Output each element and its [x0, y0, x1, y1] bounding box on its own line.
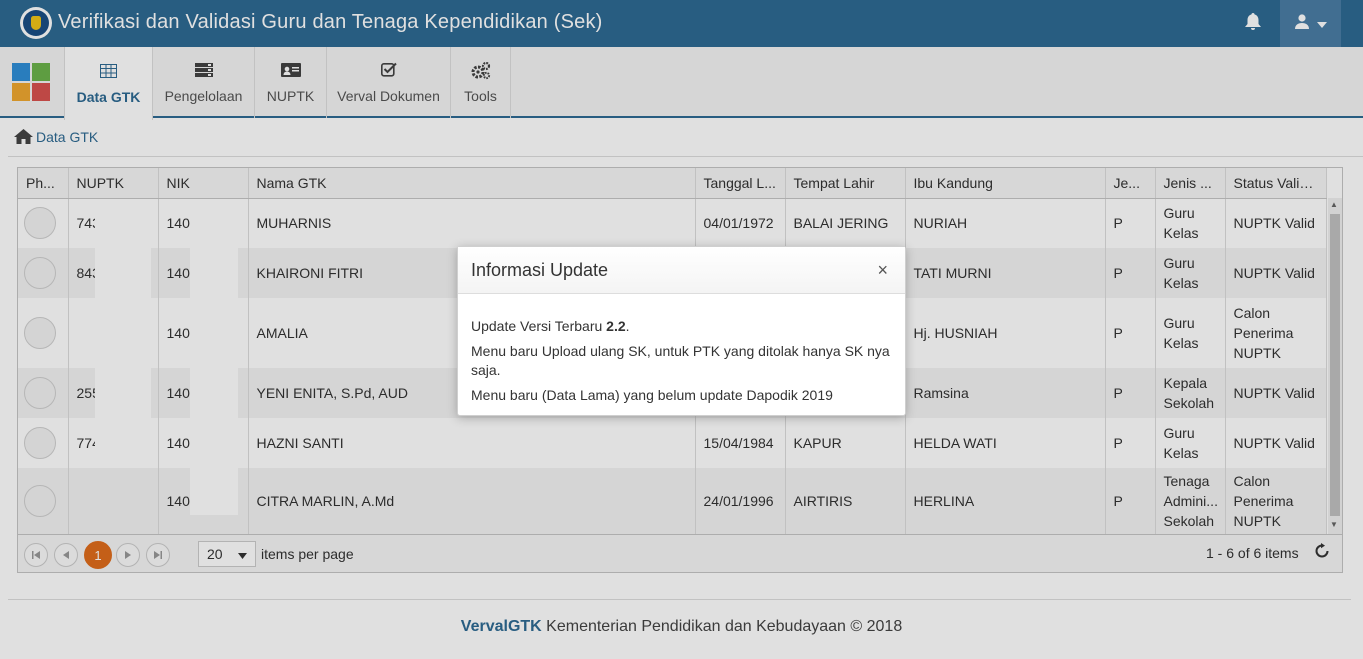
dialog-title: Informasi Update [471, 260, 609, 280]
dialog-header: Informasi Update × [458, 247, 905, 294]
update-note-line: Menu baru Upload ulang SK, untuk PTK yan… [471, 343, 890, 378]
close-icon[interactable]: × [877, 260, 888, 281]
dialog-body: Update Versi Terbaru 2.2. Menu baru Uplo… [458, 294, 905, 405]
update-note-line: Menu baru (Data Lama) yang belum update … [471, 387, 833, 403]
update-version-line: Update Versi Terbaru 2.2. [471, 318, 630, 334]
version-number: 2.2 [606, 318, 626, 334]
update-info-dialog: Informasi Update × Update Versi Terbaru … [457, 246, 906, 416]
